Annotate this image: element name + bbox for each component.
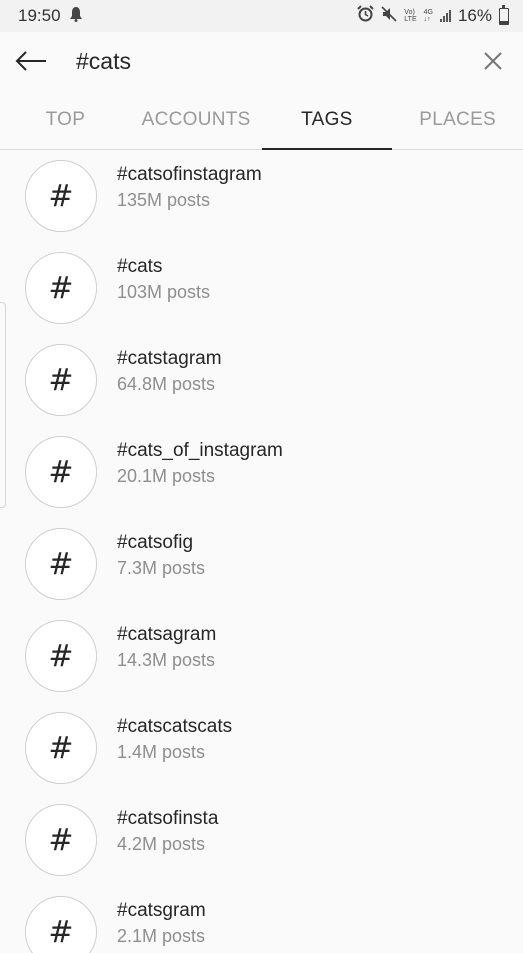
list-item[interactable]: # #catsofinstagram 135M posts — [0, 150, 523, 242]
mobile-data-indicator: 4G ↓↑ — [423, 9, 433, 23]
list-item[interactable]: # #catsagram 14.3M posts — [0, 610, 523, 702]
search-tabs: TOP ACCOUNTS TAGS PLACES — [0, 90, 523, 150]
post-count: 64.8M posts — [117, 373, 216, 394]
hashtag-icon: # — [25, 160, 97, 232]
tab-top[interactable]: TOP — [0, 90, 131, 149]
tag-name: #cats — [117, 255, 163, 277]
status-bar: 19:50 Vo) LTE 4G ↓↑ 16% — [0, 0, 523, 32]
post-count: 4.2M posts — [117, 833, 206, 854]
list-item[interactable]: # #catscatscats 1.4M posts — [0, 702, 523, 794]
hashtag-icon: # — [25, 804, 97, 876]
volte-indicator: Vo) LTE — [404, 9, 417, 23]
alarm-icon — [357, 5, 375, 27]
hashtag-icon: # — [25, 344, 97, 416]
back-arrow-icon — [15, 51, 46, 71]
post-count: 7.3M posts — [117, 557, 206, 578]
clear-search-button[interactable] — [463, 32, 523, 90]
list-item[interactable]: # #catsofig 7.3M posts — [0, 518, 523, 610]
tab-tags[interactable]: TAGS — [261, 90, 393, 150]
hashtag-icon: # — [25, 712, 97, 784]
post-count: 135M posts — [117, 189, 211, 210]
hashtag-icon: # — [25, 528, 97, 600]
tag-results-list: # #catsofinstagram 135M posts # #cats 103M… — [0, 150, 523, 953]
post-count: 20.1M posts — [117, 465, 216, 486]
notification-icon — [69, 6, 83, 27]
search-input[interactable] — [62, 41, 463, 81]
close-icon — [484, 52, 502, 70]
status-time: 19:50 — [18, 6, 61, 25]
list-item[interactable]: # #catstagram 64.8M posts — [0, 334, 523, 426]
mute-icon — [381, 5, 397, 27]
list-item[interactable]: # #cats_of_instagram 20.1M posts — [0, 426, 523, 518]
tag-name: #catsofinsta — [117, 807, 219, 829]
back-button[interactable] — [0, 32, 62, 90]
tag-name: #catstagram — [117, 347, 222, 369]
battery-icon — [499, 4, 509, 25]
tag-name: #catscatscats — [117, 715, 233, 737]
hashtag-icon: # — [25, 436, 97, 508]
tag-name: #catsgram — [117, 899, 206, 921]
post-count: 2.1M posts — [117, 925, 206, 946]
hashtag-icon: # — [25, 620, 97, 692]
search-bar — [0, 32, 523, 90]
post-count: 14.3M posts — [117, 649, 216, 670]
list-item[interactable]: # #cats 103M posts — [0, 242, 523, 334]
tag-name: #catsofinstagram — [117, 163, 262, 185]
tab-accounts[interactable]: ACCOUNTS — [131, 90, 262, 149]
tag-name: #catsagram — [117, 623, 217, 645]
hashtag-icon: # — [25, 896, 97, 953]
list-item[interactable]: # #catsgram 2.1M posts — [0, 886, 523, 953]
signal-icon — [439, 10, 451, 22]
tag-name: #catsofig — [117, 531, 194, 553]
post-count: 103M posts — [117, 281, 211, 302]
hashtag-icon: # — [25, 252, 97, 324]
battery-percent: 16% — [457, 6, 492, 25]
post-count: 1.4M posts — [117, 741, 206, 762]
tag-name: #cats_of_instagram — [117, 439, 283, 461]
tab-places[interactable]: PLACES — [392, 90, 523, 149]
list-item[interactable]: # #catsofinsta 4.2M posts — [0, 794, 523, 886]
